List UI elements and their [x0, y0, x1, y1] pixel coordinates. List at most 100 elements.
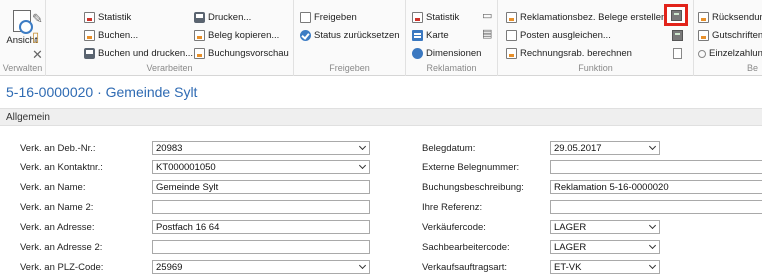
printer-icon — [194, 12, 205, 23]
field-name-2[interactable] — [152, 200, 370, 214]
create-docs-icon — [506, 12, 517, 23]
chevron-down-icon[interactable] — [648, 261, 657, 270]
field-belegdatum-value: 29.05.2017 — [554, 143, 602, 154]
reklamationsbez-belege-label: Reklamationsbez. Belege erstellen... — [520, 12, 675, 23]
ruecksendung-label: Rücksendung — [712, 12, 762, 23]
field-adresse[interactable]: Postfach 16 64 — [152, 220, 370, 234]
buchen-label: Buchen... — [98, 30, 139, 41]
preview-icon — [194, 48, 205, 59]
posten-ausgleichen-button[interactable]: Posten ausgleichen... — [506, 28, 611, 43]
chevron-down-icon[interactable] — [648, 241, 657, 250]
field-deb-nr[interactable]: 20983 — [152, 141, 370, 155]
drucken-button[interactable]: Drucken... — [194, 10, 251, 25]
dimensionen-button[interactable]: Dimensionen — [412, 46, 481, 61]
freigeben-button[interactable]: Freigeben — [300, 10, 357, 25]
section-title: Allgemein — [6, 112, 50, 123]
posten-ausgleichen-label: Posten ausgleichen... — [520, 30, 611, 41]
delete-icon[interactable]: ✕ — [32, 48, 43, 61]
karte-button[interactable]: Karte — [412, 28, 449, 43]
field-buchungsbeschreibung[interactable]: Reklamation 5-16-0000020 — [550, 180, 762, 194]
label-sachbearbeitercode: Sachbearbeitercode: — [422, 242, 510, 253]
document-icon[interactable] — [673, 48, 682, 59]
ruecksendung-button[interactable]: Rücksendung — [698, 10, 762, 25]
post-icon — [84, 30, 95, 41]
highlight-box — [664, 4, 688, 26]
group-verwalten: Ansicht ✎ ▯ ✕ Verwalten — [0, 0, 46, 76]
statistics-icon — [412, 12, 423, 23]
page: Ansicht ✎ ▯ ✕ Verwalten Statistik Buchen… — [0, 0, 762, 279]
buchen-button[interactable]: Buchen... — [84, 28, 138, 43]
field-plz-code-value: 25969 — [156, 262, 183, 273]
section-allgemein[interactable]: Allgemein — [0, 108, 762, 126]
chevron-down-icon[interactable] — [648, 142, 657, 151]
payment-icon — [698, 49, 706, 58]
field-plz-code[interactable]: 25969 — [152, 260, 370, 274]
chevron-down-icon[interactable] — [648, 221, 657, 230]
ribbon: Ansicht ✎ ▯ ✕ Verwalten Statistik Buchen… — [0, 0, 762, 76]
group-label-verarbeiten: Verarbeiten — [146, 63, 193, 73]
reopen-icon — [300, 30, 311, 41]
list-icon[interactable]: ▤ — [482, 28, 492, 41]
chevron-down-icon[interactable] — [358, 161, 367, 170]
buchen-und-drucken-button[interactable]: Buchen und drucken... — [84, 46, 193, 61]
field-kontaktnr-value: KT000001050 — [156, 162, 216, 173]
field-externe-belegnummer[interactable] — [550, 160, 762, 174]
buchungsvorschau-label: Buchungsvorschau — [208, 48, 289, 59]
calculator-icon[interactable] — [671, 10, 682, 21]
reklamation-statistik-button[interactable]: Statistik — [412, 10, 459, 25]
calculator-icon[interactable] — [672, 30, 683, 41]
label-deb-nr: Verk. an Deb.-Nr.: — [20, 143, 96, 154]
label-adresse: Verk. an Adresse: — [20, 222, 95, 233]
field-verkaufsauftragsart[interactable]: ET-VK — [550, 260, 660, 274]
reklamationsbez-belege-button[interactable]: Reklamationsbez. Belege erstellen... — [506, 10, 674, 25]
apply-entries-icon — [506, 30, 517, 41]
comment-icon[interactable]: ▭ — [482, 10, 492, 23]
field-name[interactable]: Gemeinde Sylt — [152, 180, 370, 194]
group-reklamation: Statistik Karte Dimensionen ▭ ▤ Reklamat… — [406, 0, 498, 76]
field-name-value: Gemeinde Sylt — [156, 182, 219, 193]
beleg-kopieren-button[interactable]: Beleg kopieren... — [194, 28, 279, 43]
label-externe-belegnummer: Externe Belegnummer: — [422, 162, 520, 173]
field-ihre-referenz[interactable] — [550, 200, 762, 214]
status-zuruecksetzen-button[interactable]: Status zurücksetzen — [300, 28, 400, 43]
group-freigeben: Freigeben Status zurücksetzen Freigeben — [294, 0, 406, 76]
label-name: Verk. an Name: — [20, 182, 86, 193]
label-name-2: Verk. an Name 2: — [20, 202, 94, 213]
group-verarbeiten: Statistik Buchen... Buchen und drucken..… — [46, 0, 294, 76]
field-kontaktnr[interactable]: KT000001050 — [152, 160, 370, 174]
einzelzahlung-button[interactable]: Einzelzahlung — [698, 46, 762, 61]
field-adresse-2[interactable] — [152, 240, 370, 254]
drucken-label: Drucken... — [208, 12, 252, 23]
label-belegdatum: Belegdatum: — [422, 143, 476, 154]
view-icon — [13, 10, 33, 34]
status-zuruecksetzen-label: Status zurücksetzen — [314, 30, 400, 41]
buchungsvorschau-button[interactable]: Buchungsvorschau — [194, 46, 289, 61]
field-verkaeufercode-value: LAGER — [554, 222, 587, 233]
card-icon — [412, 30, 423, 41]
label-plz-code: Verk. an PLZ-Code: — [20, 262, 104, 273]
group-funktion: Reklamationsbez. Belege erstellen... Pos… — [498, 0, 694, 76]
chevron-down-icon[interactable] — [358, 261, 367, 270]
field-buchungsbeschreibung-value: Reklamation 5-16-0000020 — [554, 182, 669, 193]
field-verkaeufercode[interactable]: LAGER — [550, 220, 660, 234]
chevron-down-icon[interactable] — [358, 142, 367, 151]
field-adresse-value: Postfach 16 64 — [156, 222, 220, 233]
buchen-und-drucken-label: Buchen und drucken... — [98, 48, 194, 59]
copy-document-icon — [194, 30, 205, 41]
field-sachbearbeitercode[interactable]: LAGER — [550, 240, 660, 254]
label-verkaeufercode: Verkäufercode: — [422, 222, 486, 233]
label-adresse-2: Verk. an Adresse 2: — [20, 242, 103, 253]
gutschriften-button[interactable]: Gutschriften — [698, 28, 762, 43]
field-belegdatum[interactable]: 29.05.2017 — [550, 141, 660, 155]
group-label-funktion: Funktion — [578, 63, 613, 73]
return-icon — [698, 12, 709, 23]
label-ihre-referenz: Ihre Referenz: — [422, 202, 483, 213]
rechnungsrab-berechnen-button[interactable]: Rechnungsrab. berechnen — [506, 46, 632, 61]
new-icon[interactable]: ▯ — [32, 30, 39, 43]
edit-icon[interactable]: ✎ — [32, 12, 43, 25]
label-verkaufsauftragsart: Verkaufsauftragsart: — [422, 262, 508, 273]
beleg-kopieren-label: Beleg kopieren... — [208, 30, 280, 41]
post-print-icon — [84, 48, 95, 59]
statistik-button[interactable]: Statistik — [84, 10, 131, 25]
page-title: 5-16-0000020 · Gemeinde Sylt — [6, 84, 198, 100]
